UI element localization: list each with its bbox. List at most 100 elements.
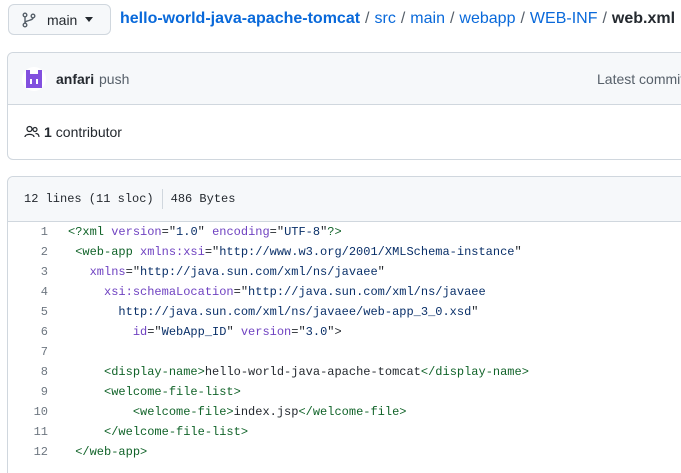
branch-selector-button[interactable]: main [8,4,111,35]
code-token: " [197,225,213,239]
code-token: <display-name> [104,365,205,379]
latest-commit-label: Latest commit [597,71,681,87]
code-token: =" [161,225,177,239]
breadcrumb-current-file: web.xml [611,10,676,27]
contributors-link[interactable]: 1 contributor [24,124,122,140]
breadcrumb-repo-link[interactable]: hello-world-java-apache-tomcat [120,10,360,28]
line-number[interactable]: 2 [8,242,56,262]
line-number[interactable]: 4 [8,282,56,302]
code-token: 1.0 [176,225,198,239]
people-icon [24,125,40,138]
code-token: xsi:schemaLocation [104,285,234,299]
code-token: " [514,245,522,259]
breadcrumb-separator: / [400,10,406,27]
code-body: 1 <?xml version="1.0" encoding="UTF-8"?> 2… [8,222,681,462]
code-token: ?> [327,225,342,239]
code-token: xmlns [89,265,126,279]
code-token: hello-world-java-apache-tomcat [204,365,421,379]
line-number[interactable]: 7 [8,342,56,362]
commit-message-link[interactable]: push [99,71,129,87]
avatar[interactable] [22,67,46,91]
code-token: UTF-8 [284,225,321,239]
line-number[interactable]: 12 [8,442,56,462]
divider [161,189,163,209]
file-lines-info: 12 lines (11 sloc) [24,192,154,206]
git-branch-icon [22,12,36,27]
code-text: <web-app xmlns:xsi="http://www.w3.org/20… [56,242,522,262]
code-line: 9 <welcome-file-list> [8,382,681,402]
code-token: xmlns:xsi [140,245,205,259]
code-line: 10 <welcome-file>index.jsp</welcome-file… [8,402,681,422]
chevron-down-icon [85,17,94,22]
line-number[interactable]: 8 [8,362,56,382]
code-line: 8 <display-name>hello-world-java-apache-… [8,362,681,382]
code-text: id="WebApp_ID" version="3.0"> [56,322,342,342]
branch-name: main [47,11,78,28]
breadcrumb-webapp-link[interactable]: webapp [459,10,515,28]
code-line: 7 [8,342,681,362]
code-text: <welcome-file-list> [56,382,241,402]
line-number[interactable]: 6 [8,322,56,342]
code-token: version [240,325,292,339]
code-token: </welcome-file> [298,405,407,419]
code-token: =" [147,325,162,339]
breadcrumb-separator: / [365,10,370,27]
code-token: </web-app> [75,445,148,459]
code-token: index.jsp [233,405,299,419]
code-line: 4 xsi:schemaLocation="http://java.sun.co… [8,282,681,302]
code-line: 12 </web-app> [8,442,681,462]
line-number[interactable]: 5 [8,302,56,322]
code-token: " [471,305,479,319]
code-text: http://java.sun.com/xml/ns/javaee/web-ap… [56,302,478,322]
code-text: xmlns="http://java.sun.com/xml/ns/javaee… [56,262,385,282]
code-line: 5 http://java.sun.com/xml/ns/javaee/web-… [8,302,681,322]
code-token: </welcome-file-list> [104,425,249,439]
code-token: id [132,325,148,339]
line-number[interactable]: 9 [8,382,56,402]
breadcrumb-separator: / [602,10,607,27]
code-text: </welcome-file-list> [56,422,248,442]
code-token: WebApp_ID [161,325,227,339]
code-token: <?xml [68,225,105,239]
code-token: =" [233,285,249,299]
code-token: =" [125,265,141,279]
code-token: http://www.w3.org/2001/XMLSchema-instanc… [219,245,515,259]
code-token: version [111,225,162,239]
code-token: <web-app [75,245,133,259]
commit-author-link[interactable]: anfari [56,71,94,87]
file-info-header: 12 lines (11 sloc) 486 Bytes [8,177,681,222]
line-number[interactable]: 10 [8,402,56,422]
breadcrumb-src-link[interactable]: src [375,10,396,28]
code-text: xsi:schemaLocation="http://java.sun.com/… [56,282,486,302]
code-token: http://java.sun.com/xml/ns/javaee [140,265,378,279]
code-token: =" [291,325,306,339]
code-line: 11 </welcome-file-list> [8,422,681,442]
line-number[interactable]: 3 [8,262,56,282]
code-line: 3 xmlns="http://java.sun.com/xml/ns/java… [8,262,681,282]
breadcrumb-main-link[interactable]: main [410,10,445,28]
code-token: <welcome-file-list> [104,385,241,399]
code-token: http://java.sun.com/xml/ns/javaee [248,285,486,299]
identicon-avatar-icon [26,70,42,88]
breadcrumb: hello-world-java-apache-tomcat / src / m… [120,8,675,30]
code-line: 6 id="WebApp_ID" version="3.0"> [8,322,681,342]
contributors-count: 1 [44,124,52,140]
line-number[interactable]: 11 [8,422,56,442]
code-text: <?xml version="1.0" encoding="UTF-8"?> [56,222,342,242]
code-text: </web-app> [56,442,147,462]
file-viewer: 12 lines (11 sloc) 486 Bytes 1 <?xml vers… [7,176,681,473]
commit-info-box: anfari push Latest commit 1 contributor [7,52,681,160]
file-size: 486 Bytes [170,192,236,206]
code-token: encoding [212,225,270,239]
breadcrumb-web-inf-link[interactable]: WEB-INF [530,10,598,28]
code-line: 1 <?xml version="1.0" encoding="UTF-8"?> [8,222,681,242]
contributors-label: contributor [55,124,122,140]
line-number[interactable]: 1 [8,222,56,242]
code-token: http://java.sun.com/xml/ns/javaee/web-ap… [118,305,472,319]
code-line: 2 <web-app xmlns:xsi="http://www.w3.org/… [8,242,681,262]
code-token: <welcome-file> [132,405,234,419]
latest-commit-header: anfari push Latest commit [8,53,681,105]
code-text: <welcome-file>index.jsp</welcome-file> [56,402,407,422]
